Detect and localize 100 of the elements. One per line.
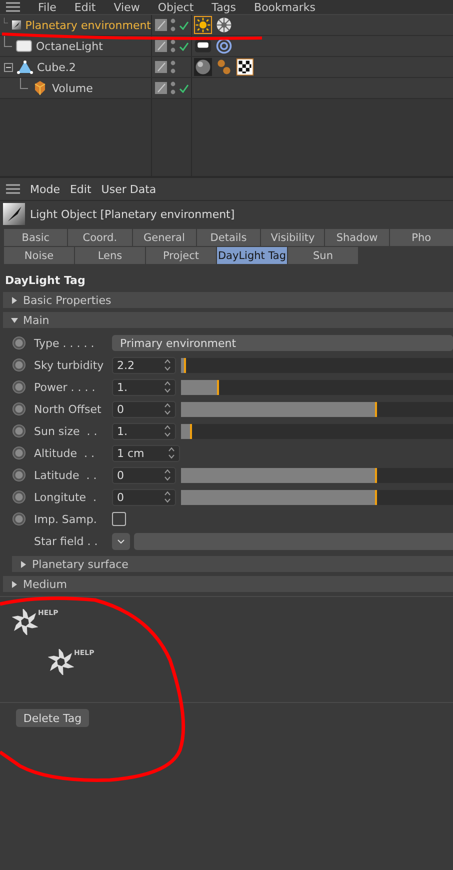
number-field[interactable]: 1 cm [112,444,180,462]
checkbox[interactable] [112,512,126,526]
animation-dot-icon[interactable] [12,358,26,372]
parameter-label: Sun size . . [33,424,98,438]
animation-dot-icon[interactable] [12,512,26,526]
object-title: Light Object [Planetary environment] [30,208,235,220]
section-header[interactable]: Main [3,312,453,328]
link-field[interactable] [134,532,453,550]
rings-tag-icon[interactable] [215,37,233,55]
menu-icon[interactable] [6,2,20,12]
parameter-label: Power . . . . [33,380,96,394]
help-logo-icon[interactable] [12,609,38,635]
tab[interactable]: Noise [4,247,74,264]
tab[interactable]: Basic [4,229,68,246]
collapse-toggle-icon[interactable] [4,62,13,72]
menu-item[interactable]: File [38,0,56,14]
chevron-down-icon [117,538,125,544]
slider-track[interactable] [181,402,453,416]
expand-arrow-icon[interactable] [11,296,18,304]
animation-dot-icon[interactable] [12,468,26,482]
collapse-arrow-icon[interactable] [11,316,18,324]
animation-dot-icon[interactable] [12,446,26,460]
object-name[interactable]: Planetary environment [25,18,151,32]
light-tag-icon[interactable] [194,37,212,55]
light-object-icon [3,203,25,225]
parameter-label: Altitude . . [33,446,96,460]
check-icon[interactable] [179,42,189,50]
menu-item[interactable]: Object [158,0,194,14]
spinner-arrows-icon[interactable] [164,491,171,503]
section-header[interactable]: Medium [3,576,453,592]
slider-track[interactable] [181,468,453,482]
menu-item[interactable]: View [114,0,140,14]
visibility-dots-icon[interactable] [170,81,176,95]
menu-item[interactable]: User Data [101,182,156,196]
visibility-dots-icon[interactable] [170,39,176,53]
sun-tag-icon[interactable] [194,16,212,34]
menu-item[interactable]: Mode [30,182,60,196]
spinner-arrows-icon[interactable] [164,359,171,371]
spinner-arrows-icon[interactable] [164,403,171,415]
tab[interactable]: Lens [75,247,145,264]
check-icon[interactable] [179,84,189,92]
number-field[interactable]: 2.2 [112,356,176,374]
type-dropdown[interactable]: Primary environment [112,335,453,351]
animation-dot-icon[interactable] [12,402,26,416]
help-logo-icon[interactable] [48,649,74,675]
tab[interactable]: Pho [390,229,453,246]
slider-track[interactable] [181,380,453,394]
object-name[interactable]: OctaneLight [36,40,103,52]
slider-track[interactable] [181,490,453,504]
menu-item[interactable]: Edit [74,0,96,14]
slider-track[interactable] [181,358,453,372]
parameter-label: Type . . . . . [33,336,96,350]
section-title: DayLight Tag [4,273,86,289]
tree-line [4,15,8,26]
section-header[interactable]: Basic Properties [3,292,453,308]
number-field[interactable]: 0 [112,488,176,506]
tab[interactable]: Coord. [68,229,132,246]
checker-tag-icon[interactable] [236,58,254,76]
expand-arrow-icon[interactable] [11,580,18,588]
number-field[interactable]: 1. [112,422,176,440]
section-header[interactable]: Planetary surface [12,556,453,572]
menu-item[interactable]: Bookmarks [254,0,316,14]
object-name[interactable]: Volume [52,82,93,94]
cone-icon [17,60,33,74]
delete-tag-button[interactable]: Delete Tag [16,709,89,727]
tab[interactable]: General [132,229,196,246]
visibility-dots-icon[interactable] [170,18,176,32]
tab[interactable]: Project [146,247,216,264]
spinner-arrows-icon[interactable] [164,469,171,481]
animation-dot-icon[interactable] [12,424,26,438]
parameter-label: Longitute . [33,490,98,504]
animation-dot-icon[interactable] [12,380,26,394]
number-field[interactable]: 0 [112,400,176,418]
menu-item[interactable]: Tags [212,0,236,14]
menu-icon[interactable] [6,184,20,194]
number-field[interactable]: 0 [112,466,176,484]
parameter-label: Star field . . [33,534,99,548]
spinner-arrows-icon[interactable] [164,381,171,393]
menu-item[interactable]: Edit [70,182,92,196]
check-icon[interactable] [179,20,189,30]
number-field[interactable]: 1. [112,378,176,396]
tree-line [4,36,12,47]
tab[interactable]: Shadow [325,229,389,246]
expand-arrow-icon[interactable] [20,560,27,568]
visibility-dots-icon[interactable] [170,60,176,74]
spinner-arrows-icon[interactable] [168,447,175,459]
animation-dot-icon[interactable] [12,490,26,504]
parameter-label: Imp. Samp. [33,512,98,526]
parameter-label: Latitude . . [33,468,98,482]
object-name[interactable]: Cube.2 [37,60,76,74]
spinner-arrows-icon[interactable] [164,425,171,437]
dropdown-button[interactable] [112,532,130,550]
snowflake-tag-icon[interactable] [215,16,233,34]
tab[interactable]: Details [196,229,260,246]
tab[interactable]: Visibility [261,229,324,246]
slider-track[interactable] [181,424,453,438]
sphere-material-icon[interactable] [194,58,212,76]
tab[interactable]: Sun [288,247,358,264]
tab[interactable]: DayLight Tag [217,247,287,264]
animation-dot-icon[interactable] [12,336,26,350]
